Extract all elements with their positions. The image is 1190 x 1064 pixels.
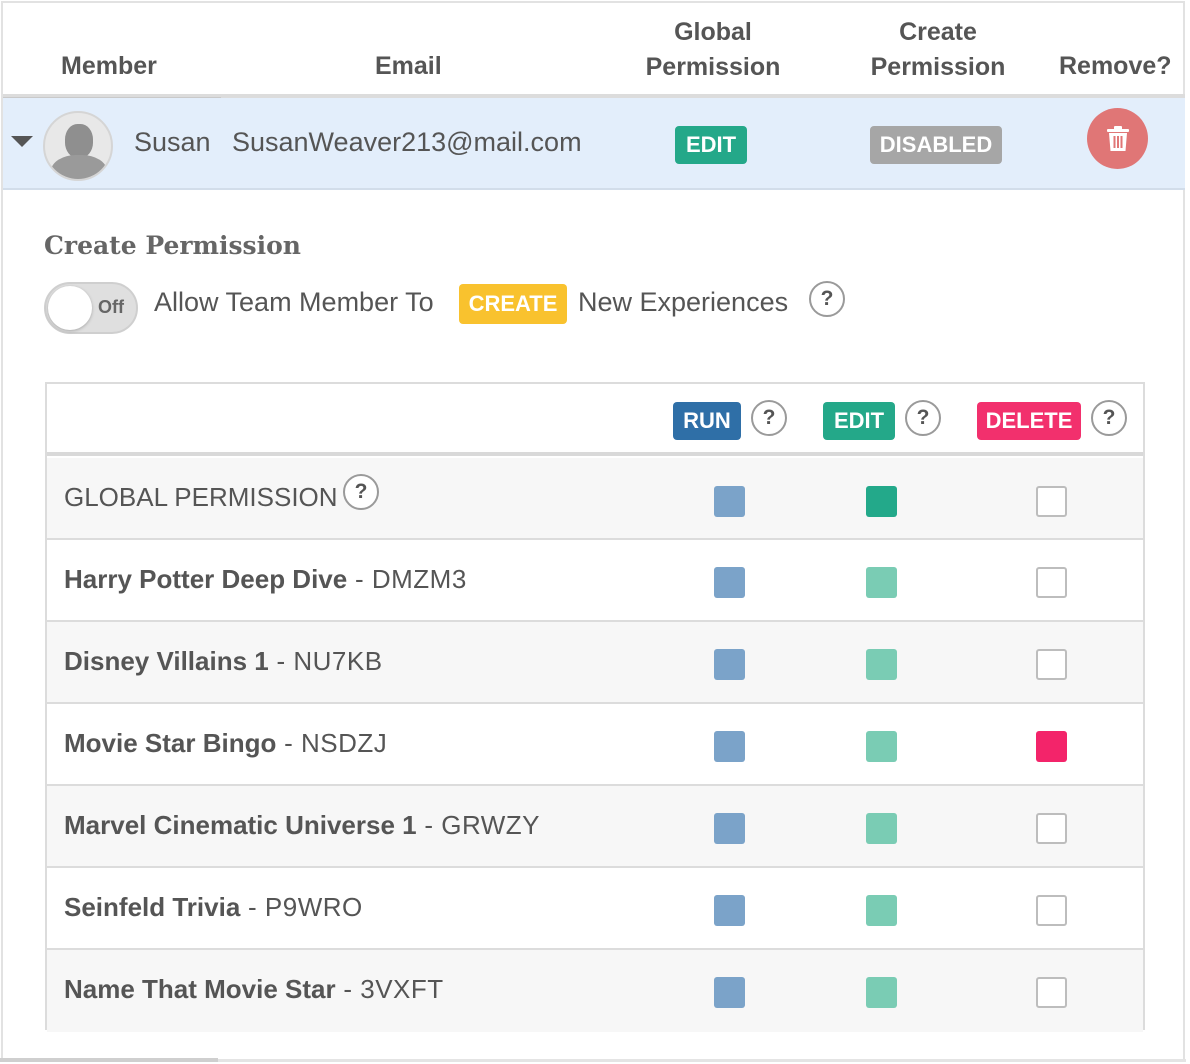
experience-title: Seinfeld Trivia [64, 892, 241, 922]
edit-checkbox[interactable] [866, 813, 897, 844]
delete-help-icon[interactable]: ? [1091, 400, 1127, 436]
header-email: Email [375, 52, 442, 80]
global-permission-row: GLOBAL PERMISSION ? [47, 458, 1143, 540]
bottom-divider-accent [0, 1058, 218, 1062]
experience-code: - NU7KB [268, 646, 383, 676]
global-delete-checkbox[interactable] [1036, 486, 1067, 517]
header-remove: Remove? [1059, 52, 1172, 80]
run-checkbox[interactable] [714, 567, 745, 598]
experience-title: Marvel Cinematic Universe 1 [64, 810, 417, 840]
create-permission-text-before: Allow Team Member To [154, 287, 434, 317]
delete-checkbox[interactable] [1036, 731, 1067, 762]
permissions-table-header: RUN ? EDIT ? DELETE ? [47, 384, 1143, 456]
experience-code: - DMZM3 [347, 564, 467, 594]
global-permission-badge[interactable]: EDIT [675, 126, 747, 164]
delete-checkbox[interactable] [1036, 567, 1067, 598]
table-row: Name That Movie Star - 3VXFT [47, 950, 1143, 1032]
table-row: Seinfeld Trivia - P9WRO [47, 868, 1143, 950]
experience-code: - 3VXFT [335, 974, 444, 1004]
experience-code: - GRWZY [416, 810, 541, 840]
create-permission-badge[interactable]: DISABLED [870, 126, 1002, 164]
header-create-permission: Create Permission [870, 18, 1006, 81]
create-permission-title: Create Permission [44, 231, 301, 260]
permissions-table: RUN ? EDIT ? DELETE ? GLOBAL PERMISSION … [45, 382, 1145, 1032]
run-checkbox[interactable] [714, 731, 745, 762]
global-permission-label: GLOBAL PERMISSION [64, 482, 338, 512]
user-silhouette-icon [65, 124, 93, 158]
run-checkbox[interactable] [714, 813, 745, 844]
delete-checkbox[interactable] [1036, 895, 1067, 926]
experience-code: - P9WRO [240, 892, 363, 922]
edit-column-badge: EDIT [823, 402, 895, 440]
run-help-icon[interactable]: ? [751, 400, 787, 436]
delete-column-badge: DELETE [977, 402, 1081, 440]
run-checkbox[interactable] [714, 977, 745, 1008]
run-checkbox[interactable] [714, 895, 745, 926]
experience-title: Name That Movie Star [64, 974, 336, 1004]
delete-checkbox[interactable] [1036, 813, 1067, 844]
edit-help-icon[interactable]: ? [905, 400, 941, 436]
trash-icon [1107, 126, 1129, 151]
experience-title: Movie Star Bingo [64, 728, 277, 758]
member-row[interactable]: Susan SusanWeaver213@mail.com EDIT DISAB… [3, 98, 1185, 190]
create-permission-text-after: New Experiences [578, 287, 789, 317]
create-badge: CREATE [459, 284, 567, 324]
toggle-state-label: Off [98, 297, 124, 317]
experience-title: Harry Potter Deep Dive [64, 564, 348, 594]
run-checkbox[interactable] [714, 649, 745, 680]
avatar [43, 111, 113, 181]
edit-checkbox[interactable] [866, 731, 897, 762]
edit-checkbox[interactable] [866, 895, 897, 926]
table-row: Disney Villains 1 - NU7KB [47, 622, 1143, 704]
create-permission-toggle[interactable]: Off [44, 282, 138, 334]
table-row: Harry Potter Deep Dive - DMZM3 [47, 540, 1143, 622]
edit-checkbox[interactable] [866, 567, 897, 598]
delete-checkbox[interactable] [1036, 649, 1067, 680]
global-permission-help-icon[interactable]: ? [343, 474, 379, 510]
experience-code: - NSDZJ [276, 728, 388, 758]
edit-checkbox[interactable] [866, 977, 897, 1008]
experience-title: Disney Villains 1 [64, 646, 269, 676]
table-row: Movie Star Bingo - NSDZJ [47, 704, 1143, 786]
edit-checkbox[interactable] [866, 649, 897, 680]
remove-member-button[interactable] [1087, 108, 1148, 169]
member-email: SusanWeaver213@mail.com [232, 127, 582, 157]
global-run-checkbox[interactable] [714, 486, 745, 517]
table-row: Marvel Cinematic Universe 1 - GRWZY [47, 786, 1143, 868]
header-global-permission: Global Permission [645, 18, 781, 81]
header-member: Member [61, 52, 157, 80]
team-permissions-panel: Member Email Global Permission Create Pe… [1, 1, 1185, 1062]
toggle-knob [48, 286, 92, 330]
caret-down-icon[interactable] [11, 136, 33, 147]
member-name: Susan [134, 127, 211, 157]
global-edit-checkbox[interactable] [866, 486, 897, 517]
table-header: Member Email Global Permission Create Pe… [3, 3, 1187, 95]
create-permission-help-icon[interactable]: ? [809, 281, 845, 317]
delete-checkbox[interactable] [1036, 977, 1067, 1008]
run-column-badge: RUN [673, 402, 741, 440]
